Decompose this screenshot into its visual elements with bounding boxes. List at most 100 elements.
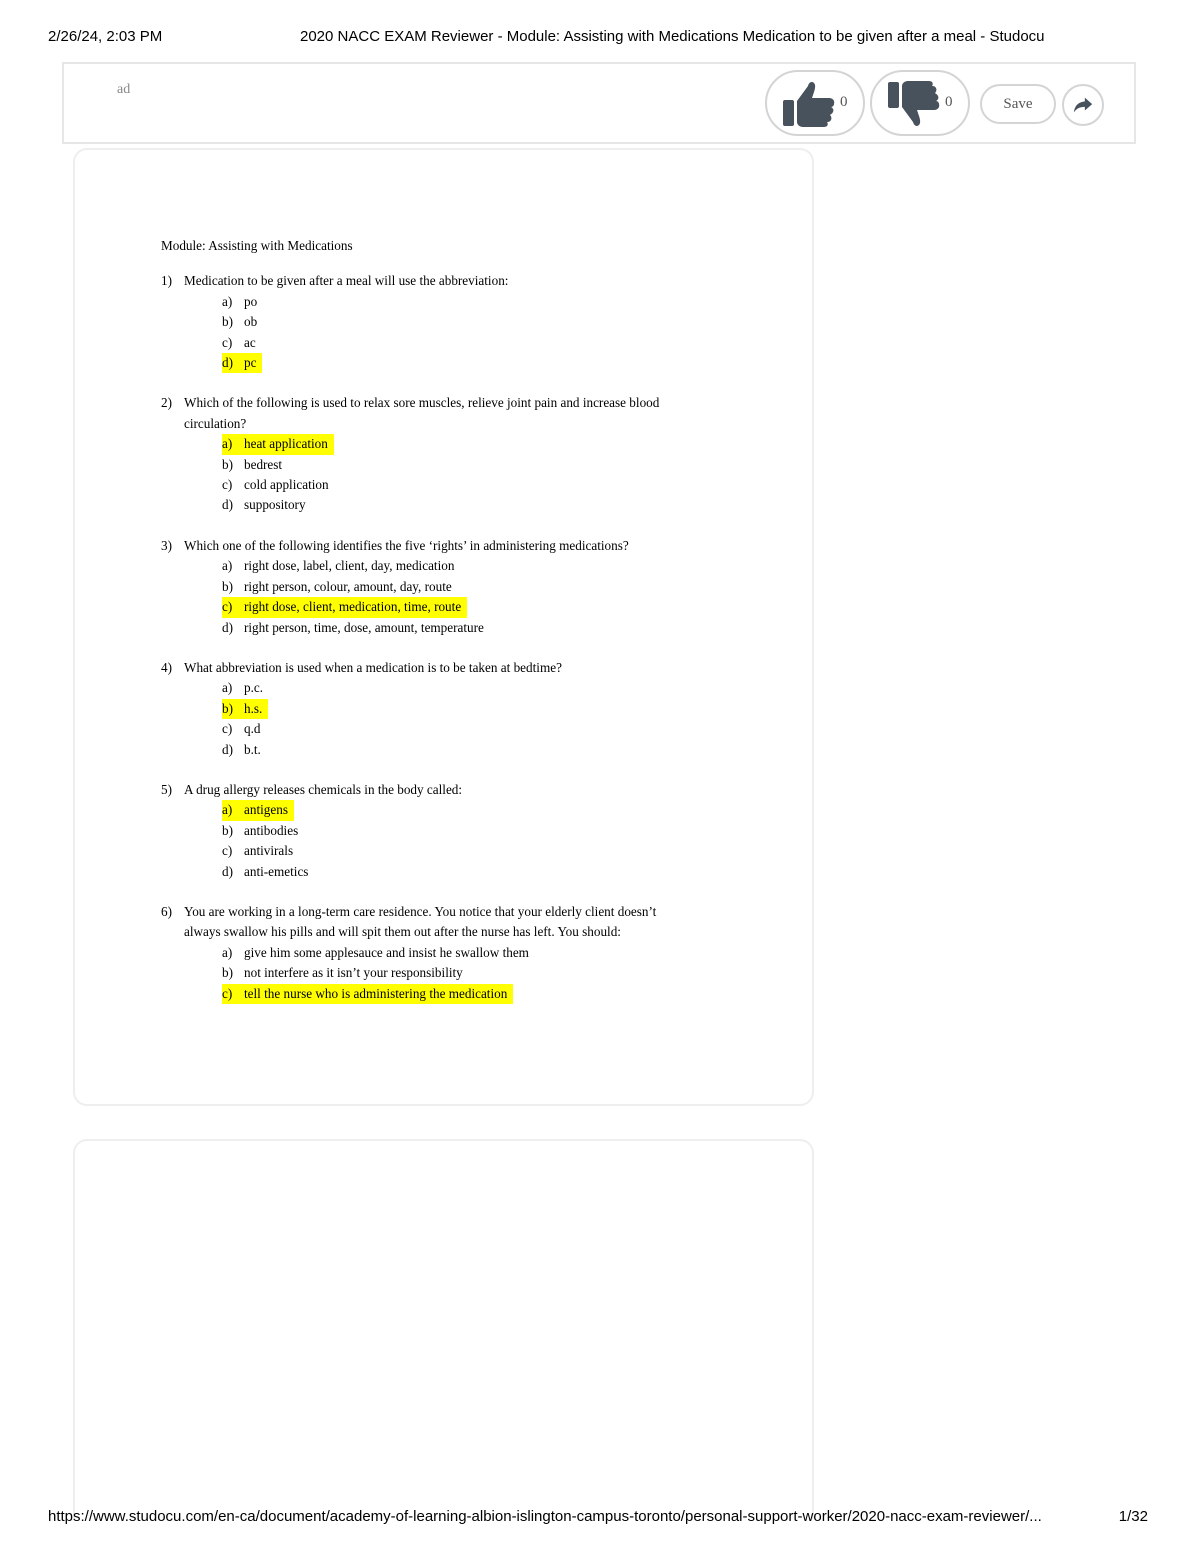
answer-option-highlighted: c) right dose, client, medication, time, … [161,597,781,618]
answer-option-highlighted: d) pc [161,353,781,374]
question-text-line: A drug allergy releases chemicals in the… [184,781,463,797]
option-text: right person, time, dose, amount, temper… [244,619,484,635]
answer-options: a) heat application b) bedrest c) cold applic… [161,434,781,516]
option-letter: c) [222,599,233,615]
question-text: 3) Which one of the following identifies … [161,536,781,556]
answer-option: c) antivirals [161,841,781,861]
option-body: d) right person, time, dose, amount, temp… [222,618,490,638]
answer-options: a) p.c. b) h.s. c) q.d d) b.t. [161,678,781,760]
answer-option: c) cold application [161,475,781,495]
thumbs-up-icon [783,82,835,127]
question-number: 3) [161,537,172,553]
question-text-line: always swallow his pills and will spit t… [184,924,621,940]
option-letter: d) [222,863,233,879]
question-list: 1) Medication to be given after a meal wi… [161,271,781,1004]
answer-option-highlighted: b) h.s. [161,698,781,720]
option-text: tell the nurse who is administering the … [244,985,508,1001]
option-letter: a) [222,802,233,818]
document-content: Module: Assisting with Medications 1) Med… [161,236,781,1024]
dislike-button[interactable]: 0 [870,70,970,136]
option-body: d) b.t. [222,740,267,760]
option-text: p.c. [244,680,264,696]
option-letter: a) [222,558,233,574]
option-text: give him some applesauce and insist he s… [244,944,529,960]
option-letter: d) [222,741,233,757]
answer-option: d) suppository [161,495,781,515]
option-body: b) h.s. [222,698,269,720]
option-body: d) pc [222,353,263,374]
option-letter: b) [222,578,233,594]
answer-option: a) right dose, label, client, day, medica… [161,556,781,576]
option-text: antibodies [244,822,299,838]
document-page-1: Module: Assisting with Medications 1) Med… [73,148,814,1106]
option-letter: b) [222,822,233,838]
answer-option: d) b.t. [161,740,781,760]
option-text: pc [244,355,257,371]
option-text: po [244,293,258,309]
option-letter: c) [222,843,233,859]
question-text: circulation? [161,414,781,434]
question-number: 1) [161,273,172,289]
question-text: 6) You are working in a long-term care re… [161,902,781,922]
option-letter: c) [222,334,233,350]
option-letter: b) [222,314,233,330]
option-body: c) q.d [222,719,266,739]
option-letter: d) [222,497,233,513]
like-count: 0 [840,94,848,110]
option-text: antigens [244,802,288,818]
option-letter: a) [222,944,233,960]
option-body: d) anti-emetics [222,862,314,882]
option-text: q.d [244,721,261,737]
option-text: suppository [244,497,306,513]
option-text: right dose, label, client, day, medicati… [244,558,455,574]
option-body: b) not interfere as it isn’t your respons… [222,963,469,983]
question: 6) You are working in a long-term care re… [161,902,781,1004]
answer-option: a) po [161,292,781,312]
option-body: a) antigens [222,800,294,821]
thumbs-down-icon [888,81,940,126]
answer-option-highlighted: a) heat application [161,434,781,455]
option-body: c) cold application [222,475,335,495]
question: 2) Which of the following is used to rela… [161,393,781,515]
option-letter: c) [222,985,233,1001]
question-number: 2) [161,395,172,411]
question-text-line: Which of the following is used to relax … [184,395,660,411]
save-button[interactable]: Save [980,84,1056,124]
option-body: a) give him some applesauce and insist he… [222,943,535,963]
answer-option: b) not interfere as it isn’t your respons… [161,963,781,983]
answer-option: b) antibodies [161,821,781,841]
answer-options: a) give him some applesauce and insist he… [161,943,781,1004]
option-body: d) suppository [222,495,312,515]
question-text-line: What abbreviation is used when a medicat… [184,659,562,675]
option-letter: a) [222,293,233,309]
answer-option: c) ac [161,333,781,353]
print-url: https://www.studocu.com/en-ca/document/a… [48,1508,1042,1525]
question-text: 1) Medication to be given after a meal wi… [161,271,781,291]
option-text: not interfere as it isn’t your responsib… [244,965,463,981]
option-body: c) tell the nurse who is administering th… [222,983,514,1004]
print-page-title: 2020 NACC EXAM Reviewer - Module: Assist… [300,28,1045,45]
option-body: c) right dose, client, medication, time, … [222,597,468,618]
ad-label: ad [117,82,131,97]
question-text: 2) Which of the following is used to rela… [161,393,781,413]
option-body: b) right person, colour, amount, day, rou… [222,577,458,597]
answer-option: d) right person, time, dose, amount, temp… [161,618,781,638]
option-body: a) right dose, label, client, day, medica… [222,556,460,576]
option-letter: a) [222,436,233,452]
answer-options: a) antigens b) antibodies c) antivirals d) anti… [161,800,781,882]
question-text-line: You are working in a long-term care resi… [184,903,657,919]
option-body: c) antivirals [222,841,299,861]
like-button[interactable]: 0 [765,70,865,136]
option-text: right person, colour, amount, day, route [244,578,452,594]
option-text: antivirals [244,843,294,859]
answer-options: a) po b) ob c) ac d) pc [161,292,781,374]
answer-option: d) anti-emetics [161,862,781,882]
print-header: 2/26/24, 2:03 PM 2020 NACC EXAM Reviewer… [48,28,1152,48]
option-body: b) ob [222,312,263,332]
answer-option-highlighted: c) tell the nurse who is administering th… [161,983,781,1004]
answer-option: a) p.c. [161,678,781,698]
option-text: ac [244,334,256,350]
option-text: b.t. [244,741,261,757]
share-button[interactable] [1062,84,1104,126]
option-body: a) po [222,292,263,312]
